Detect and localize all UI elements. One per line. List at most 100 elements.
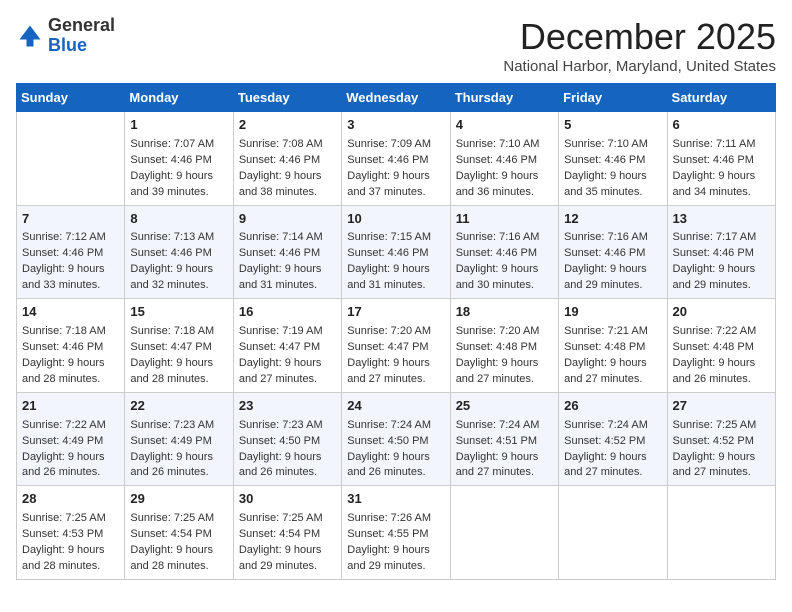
calendar-cell: 17Sunrise: 7:20 AMSunset: 4:47 PMDayligh… [342, 299, 450, 393]
calendar-cell: 28Sunrise: 7:25 AMSunset: 4:53 PMDayligh… [17, 486, 125, 580]
daylight-text: Daylight: 9 hours and 29 minutes. [673, 263, 756, 291]
calendar-cell: 10Sunrise: 7:15 AMSunset: 4:46 PMDayligh… [342, 205, 450, 299]
calendar-cell [667, 486, 775, 580]
calendar-cell: 8Sunrise: 7:13 AMSunset: 4:46 PMDaylight… [125, 205, 233, 299]
sunrise-text: Sunrise: 7:22 AM [22, 419, 106, 431]
sunset-text: Sunset: 4:46 PM [564, 247, 645, 259]
cell-content: 15Sunrise: 7:18 AMSunset: 4:47 PMDayligh… [130, 303, 227, 388]
daylight-text: Daylight: 9 hours and 38 minutes. [239, 170, 322, 198]
sunrise-text: Sunrise: 7:20 AM [456, 325, 540, 337]
sunset-text: Sunset: 4:46 PM [456, 247, 537, 259]
sunset-text: Sunset: 4:48 PM [564, 341, 645, 353]
page-header: General Blue December 2025 National Harb… [16, 16, 776, 75]
calendar-cell: 13Sunrise: 7:17 AMSunset: 4:46 PMDayligh… [667, 205, 775, 299]
calendar-cell: 15Sunrise: 7:18 AMSunset: 4:47 PMDayligh… [125, 299, 233, 393]
sunrise-text: Sunrise: 7:21 AM [564, 325, 648, 337]
day-number: 8 [130, 210, 227, 229]
cell-content: 21Sunrise: 7:22 AMSunset: 4:49 PMDayligh… [22, 397, 119, 482]
sunrise-text: Sunrise: 7:15 AM [347, 231, 431, 243]
day-number: 16 [239, 303, 336, 322]
day-number: 14 [22, 303, 119, 322]
cell-content: 7Sunrise: 7:12 AMSunset: 4:46 PMDaylight… [22, 210, 119, 295]
sunrise-text: Sunrise: 7:24 AM [347, 419, 431, 431]
calendar-cell: 3Sunrise: 7:09 AMSunset: 4:46 PMDaylight… [342, 112, 450, 206]
cell-content: 14Sunrise: 7:18 AMSunset: 4:46 PMDayligh… [22, 303, 119, 388]
day-number: 2 [239, 116, 336, 135]
sunrise-text: Sunrise: 7:25 AM [239, 512, 323, 524]
daylight-text: Daylight: 9 hours and 29 minutes. [239, 544, 322, 572]
calendar-week-1: 1Sunrise: 7:07 AMSunset: 4:46 PMDaylight… [17, 112, 776, 206]
daylight-text: Daylight: 9 hours and 31 minutes. [347, 263, 430, 291]
sunset-text: Sunset: 4:54 PM [130, 528, 211, 540]
logo: General Blue [16, 16, 115, 56]
day-number: 17 [347, 303, 444, 322]
calendar-cell: 23Sunrise: 7:23 AMSunset: 4:50 PMDayligh… [233, 392, 341, 486]
sunset-text: Sunset: 4:46 PM [347, 154, 428, 166]
cell-content: 29Sunrise: 7:25 AMSunset: 4:54 PMDayligh… [130, 490, 227, 575]
calendar-cell: 14Sunrise: 7:18 AMSunset: 4:46 PMDayligh… [17, 299, 125, 393]
cell-content: 11Sunrise: 7:16 AMSunset: 4:46 PMDayligh… [456, 210, 553, 295]
cell-content: 1Sunrise: 7:07 AMSunset: 4:46 PMDaylight… [130, 116, 227, 201]
daylight-text: Daylight: 9 hours and 37 minutes. [347, 170, 430, 198]
day-number: 21 [22, 397, 119, 416]
daylight-text: Daylight: 9 hours and 34 minutes. [673, 170, 756, 198]
daylight-text: Daylight: 9 hours and 36 minutes. [456, 170, 539, 198]
calendar-cell: 4Sunrise: 7:10 AMSunset: 4:46 PMDaylight… [450, 112, 558, 206]
logo-icon [16, 22, 44, 50]
sunrise-text: Sunrise: 7:23 AM [239, 419, 323, 431]
calendar-cell: 27Sunrise: 7:25 AMSunset: 4:52 PMDayligh… [667, 392, 775, 486]
daylight-text: Daylight: 9 hours and 27 minutes. [564, 357, 647, 385]
day-number: 20 [673, 303, 770, 322]
daylight-text: Daylight: 9 hours and 27 minutes. [239, 357, 322, 385]
sunset-text: Sunset: 4:50 PM [239, 435, 320, 447]
sunrise-text: Sunrise: 7:19 AM [239, 325, 323, 337]
daylight-text: Daylight: 9 hours and 26 minutes. [347, 451, 430, 479]
calendar-cell: 31Sunrise: 7:26 AMSunset: 4:55 PMDayligh… [342, 486, 450, 580]
calendar-cell: 19Sunrise: 7:21 AMSunset: 4:48 PMDayligh… [559, 299, 667, 393]
daylight-text: Daylight: 9 hours and 28 minutes. [22, 544, 105, 572]
cell-content: 30Sunrise: 7:25 AMSunset: 4:54 PMDayligh… [239, 490, 336, 575]
calendar-cell: 18Sunrise: 7:20 AMSunset: 4:48 PMDayligh… [450, 299, 558, 393]
day-number: 15 [130, 303, 227, 322]
cell-content: 3Sunrise: 7:09 AMSunset: 4:46 PMDaylight… [347, 116, 444, 201]
cell-content: 31Sunrise: 7:26 AMSunset: 4:55 PMDayligh… [347, 490, 444, 575]
sunrise-text: Sunrise: 7:24 AM [456, 419, 540, 431]
weekday-row: SundayMondayTuesdayWednesdayThursdayFrid… [17, 84, 776, 112]
calendar-cell: 22Sunrise: 7:23 AMSunset: 4:49 PMDayligh… [125, 392, 233, 486]
cell-content: 8Sunrise: 7:13 AMSunset: 4:46 PMDaylight… [130, 210, 227, 295]
weekday-header-sunday: Sunday [17, 84, 125, 112]
weekday-header-wednesday: Wednesday [342, 84, 450, 112]
calendar-cell: 24Sunrise: 7:24 AMSunset: 4:50 PMDayligh… [342, 392, 450, 486]
sunset-text: Sunset: 4:46 PM [673, 247, 754, 259]
sunset-text: Sunset: 4:50 PM [347, 435, 428, 447]
sunrise-text: Sunrise: 7:26 AM [347, 512, 431, 524]
sunrise-text: Sunrise: 7:16 AM [456, 231, 540, 243]
logo-text: General Blue [48, 16, 115, 56]
day-number: 1 [130, 116, 227, 135]
daylight-text: Daylight: 9 hours and 26 minutes. [130, 451, 213, 479]
location-title: National Harbor, Maryland, United States [503, 58, 776, 75]
sunset-text: Sunset: 4:46 PM [456, 154, 537, 166]
sunrise-text: Sunrise: 7:18 AM [22, 325, 106, 337]
day-number: 9 [239, 210, 336, 229]
calendar-header: SundayMondayTuesdayWednesdayThursdayFrid… [17, 84, 776, 112]
cell-content: 19Sunrise: 7:21 AMSunset: 4:48 PMDayligh… [564, 303, 661, 388]
daylight-text: Daylight: 9 hours and 39 minutes. [130, 170, 213, 198]
calendar-week-3: 14Sunrise: 7:18 AMSunset: 4:46 PMDayligh… [17, 299, 776, 393]
cell-content: 20Sunrise: 7:22 AMSunset: 4:48 PMDayligh… [673, 303, 770, 388]
calendar-cell: 26Sunrise: 7:24 AMSunset: 4:52 PMDayligh… [559, 392, 667, 486]
sunset-text: Sunset: 4:46 PM [673, 154, 754, 166]
calendar-table: SundayMondayTuesdayWednesdayThursdayFrid… [16, 83, 776, 580]
calendar-cell: 16Sunrise: 7:19 AMSunset: 4:47 PMDayligh… [233, 299, 341, 393]
calendar-cell: 30Sunrise: 7:25 AMSunset: 4:54 PMDayligh… [233, 486, 341, 580]
sunrise-text: Sunrise: 7:16 AM [564, 231, 648, 243]
sunset-text: Sunset: 4:46 PM [347, 247, 428, 259]
sunrise-text: Sunrise: 7:22 AM [673, 325, 757, 337]
calendar-cell: 29Sunrise: 7:25 AMSunset: 4:54 PMDayligh… [125, 486, 233, 580]
sunset-text: Sunset: 4:46 PM [239, 247, 320, 259]
calendar-cell: 1Sunrise: 7:07 AMSunset: 4:46 PMDaylight… [125, 112, 233, 206]
title-block: December 2025 National Harbor, Maryland,… [503, 16, 776, 75]
sunrise-text: Sunrise: 7:17 AM [673, 231, 757, 243]
weekday-header-tuesday: Tuesday [233, 84, 341, 112]
cell-content: 16Sunrise: 7:19 AMSunset: 4:47 PMDayligh… [239, 303, 336, 388]
